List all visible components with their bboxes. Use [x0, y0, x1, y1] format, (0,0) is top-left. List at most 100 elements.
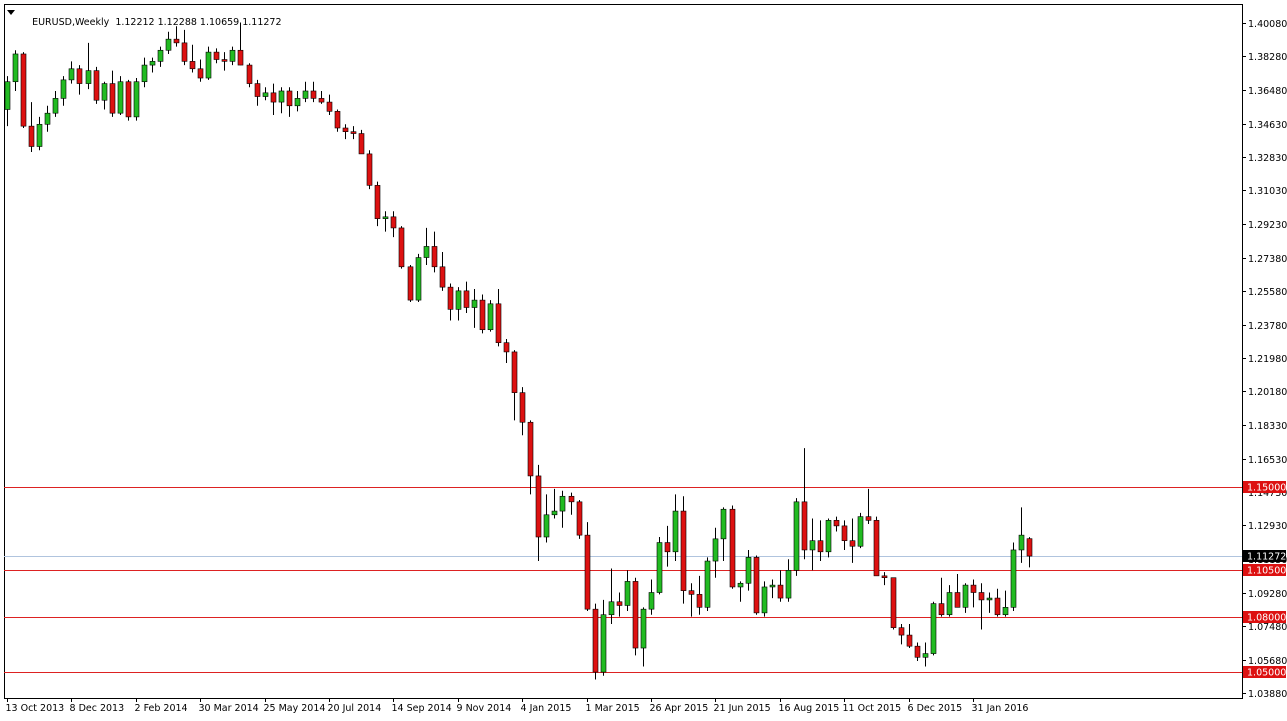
y-tick-label: 1.34630	[1248, 120, 1287, 131]
candle-104	[841, 520, 848, 550]
y-tick-label: 1.07480	[1248, 622, 1287, 633]
candle-body	[149, 61, 156, 66]
candle-body	[286, 90, 293, 107]
candle-30	[246, 63, 253, 88]
candle-115	[930, 601, 937, 656]
candle-body	[978, 592, 985, 601]
candle-body	[568, 495, 575, 503]
candle-102	[825, 518, 832, 558]
candle-body	[688, 590, 695, 595]
price-axis: 1.40080 1.38280 1.36480 1.34630 1.32830 1.310…	[1242, 19, 1287, 700]
x-tick-label: 2 Feb 2014	[135, 703, 188, 714]
candle-6	[52, 90, 59, 117]
candle-8	[68, 61, 75, 84]
x-tick-label: 26 Apr 2015	[650, 703, 709, 714]
y-tick-label: 1.32830	[1248, 153, 1287, 164]
candle-body	[326, 101, 333, 112]
level-label-1: 1.10500	[1243, 564, 1286, 577]
candle-body	[543, 514, 550, 538]
candle-body	[4, 81, 11, 110]
candle-34	[278, 87, 285, 114]
candle-85	[688, 583, 695, 617]
candle-3	[28, 102, 35, 153]
candle-9	[76, 65, 83, 95]
candle-body	[954, 592, 961, 608]
candle-body	[729, 508, 736, 588]
candle-127	[1026, 537, 1033, 568]
candle-body	[12, 53, 19, 83]
candle-body	[704, 560, 711, 608]
candle-31	[254, 79, 261, 106]
candle-body	[173, 38, 180, 44]
candle-body	[680, 510, 687, 591]
candle-body	[133, 81, 140, 118]
level-label-0-text: 1.15000	[1247, 483, 1286, 494]
candle-103	[833, 516, 840, 532]
candle-100	[809, 518, 816, 571]
candle-32	[262, 87, 269, 101]
candle-13	[109, 70, 116, 117]
x-tick-label: 25 May 2014	[264, 703, 326, 714]
candle-110	[890, 577, 897, 630]
candle-body	[318, 98, 325, 103]
candle-96	[777, 570, 784, 602]
candle-80	[648, 579, 655, 615]
y-tick-label: 1.20180	[1248, 387, 1287, 398]
candle-body	[197, 68, 204, 79]
candle-114	[922, 642, 929, 667]
level-label-0: 1.15000	[1243, 481, 1286, 494]
candle-87	[704, 557, 711, 612]
candle-67	[543, 494, 550, 543]
candle-84	[680, 496, 687, 604]
x-tick-label: 13 Oct 2013	[6, 703, 65, 714]
candle-body	[873, 520, 880, 577]
candle-119	[962, 583, 969, 613]
y-tick-label: 1.21980	[1248, 354, 1287, 365]
candlestick-series	[4, 22, 1033, 680]
candle-26	[213, 48, 220, 64]
candle-body	[358, 133, 365, 155]
candle-12	[101, 81, 108, 110]
candle-52	[423, 227, 430, 265]
candle-body	[801, 501, 808, 551]
candle-89	[720, 507, 727, 562]
candle-124	[1002, 590, 1009, 617]
candle-107	[865, 488, 872, 525]
candle-body	[833, 520, 840, 527]
candle-body	[20, 53, 27, 127]
candle-39	[318, 90, 325, 104]
candle-body	[986, 597, 993, 601]
candle-body	[270, 92, 277, 103]
y-tick-label: 1.40080	[1248, 19, 1287, 30]
price-chart-svg[interactable]: 1.40080 1.38280 1.36480 1.34630 1.32830 1.310…	[0, 0, 1287, 721]
candle-body	[737, 582, 744, 588]
price-labels: 1.15000 1.10500 1.08000 1.05000 1.11272	[1243, 481, 1286, 679]
candle-body	[1018, 534, 1025, 551]
candle-16	[133, 78, 140, 121]
candle-43	[350, 126, 357, 140]
candle-body	[302, 90, 309, 99]
candle-body	[350, 131, 357, 134]
candle-82	[664, 525, 671, 567]
candle-body	[608, 601, 615, 616]
y-tick-label: 1.03880	[1248, 689, 1287, 700]
candle-70	[568, 492, 575, 515]
candle-120	[970, 579, 977, 608]
candle-58	[471, 289, 478, 328]
level-label-3: 1.05000	[1243, 666, 1286, 679]
y-tick-label: 1.05680	[1248, 656, 1287, 667]
candle-49	[398, 226, 405, 269]
menu-triangle-icon[interactable]	[7, 10, 15, 15]
time-axis: 13 Oct 2013 8 Dec 2013 2 Feb 2014 30 Mar 20…	[6, 698, 1028, 714]
candle-body	[1026, 538, 1033, 557]
current-price-label: 1.11272	[1243, 550, 1286, 563]
candle-51	[415, 253, 422, 302]
candle-81	[656, 536, 663, 595]
candle-2	[20, 52, 27, 128]
candle-body	[793, 501, 800, 571]
candle-body	[624, 581, 631, 606]
y-tick-label: 1.31030	[1248, 186, 1287, 197]
candle-106	[857, 512, 864, 549]
x-tick-label: 1 Mar 2015	[586, 703, 640, 714]
candle-body	[817, 540, 824, 553]
